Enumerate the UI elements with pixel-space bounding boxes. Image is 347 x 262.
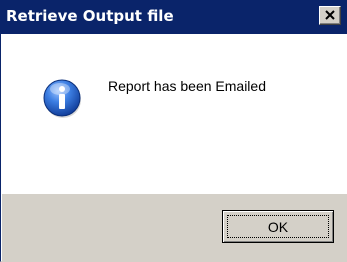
close-icon: [325, 10, 335, 20]
message-text: Report has been Emailed: [108, 78, 266, 94]
message-dialog: Retrieve Output file Report has been Ema…: [0, 0, 347, 262]
button-bar: OK: [2, 194, 347, 261]
information-icon: [43, 79, 81, 118]
close-button[interactable]: [319, 6, 341, 25]
title-bar[interactable]: Retrieve Output file: [1, 0, 347, 34]
dialog-content: Report has been Emailed: [2, 34, 347, 194]
dialog-title: Retrieve Output file: [6, 7, 174, 25]
ok-button[interactable]: OK: [222, 210, 334, 243]
ok-button-label: OK: [267, 219, 289, 235]
